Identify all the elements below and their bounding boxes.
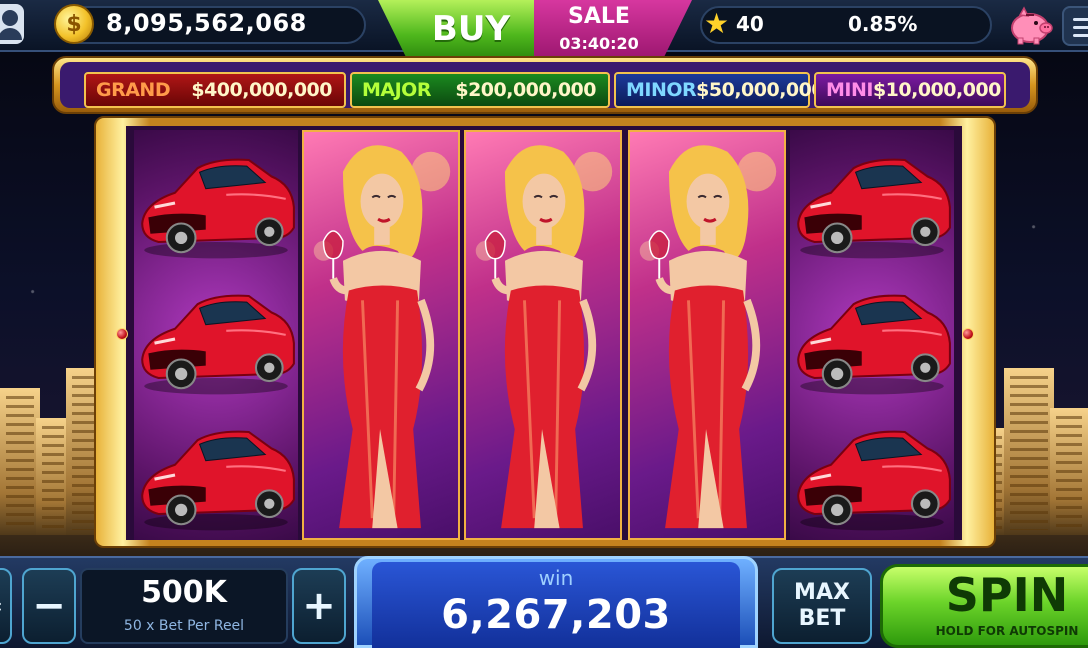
car-symbol <box>134 406 298 540</box>
lady-symbol <box>466 132 620 538</box>
jackpot-amount: $50,000,000 <box>696 79 825 101</box>
reel-1 <box>134 130 298 540</box>
max-bet-label-line2: BET <box>798 606 846 631</box>
car-symbol <box>134 270 298 406</box>
reel-4 <box>628 130 786 540</box>
lady-symbol <box>304 132 458 538</box>
frame-ornament-left <box>116 328 128 340</box>
autospin-hint: HOLD FOR AUTOSPIN <box>935 624 1079 638</box>
reel-5 <box>790 130 954 540</box>
side-arrow-button[interactable]: ‹ <box>0 568 12 644</box>
jackpot-name: MINOR <box>626 79 697 101</box>
profile-avatar-button[interactable] <box>0 4 24 44</box>
bet-description: 50 x Bet Per Reel <box>123 618 245 634</box>
jackpot-amount: $400,000,000 <box>191 79 332 101</box>
jackpot-name: MAJOR <box>362 79 431 101</box>
piggy-bank-icon[interactable] <box>1006 6 1054 46</box>
win-amount: 6,267,203 <box>441 592 671 638</box>
spin-label[interactable]: SPIN <box>912 568 1088 622</box>
jackpot-major: MAJOR $200,000,000 <box>350 72 610 108</box>
car-symbol <box>790 134 954 270</box>
decrease-bet-button[interactable]: − <box>22 568 76 644</box>
increase-bet-button[interactable]: + <box>292 568 346 644</box>
reel-2 <box>302 130 460 540</box>
car-symbol <box>790 406 954 540</box>
coin-icon: $ <box>54 4 94 44</box>
max-bet-label-line1: MAX <box>794 580 850 605</box>
sale-timer: 03:40:20 <box>559 34 639 53</box>
jackpot-grand: GRAND $400,000,000 <box>84 72 346 108</box>
jackpot-amount: $10,000,000 <box>872 79 1001 101</box>
xp-progress: 0.85% <box>848 12 918 36</box>
max-bet-button[interactable]: MAX BET <box>772 568 872 644</box>
jackpot-name: GRAND <box>96 79 171 101</box>
coin-balance: 8,095,562,068 <box>106 9 307 37</box>
sale-label: SALE <box>568 4 630 29</box>
jackpot-minor: MINOR $50,000,000 <box>614 72 825 108</box>
jackpot-mini: MINI $10,000,000 <box>814 72 1006 108</box>
car-symbol <box>790 270 954 406</box>
menu-button[interactable] <box>1062 6 1088 46</box>
jackpot-name: MINI <box>826 79 873 101</box>
star-icon: ★ <box>704 7 730 40</box>
bet-value: 500K <box>141 575 227 610</box>
lady-symbol <box>630 132 784 538</box>
car-symbol <box>134 134 298 270</box>
frame-ornament-right <box>962 328 974 340</box>
win-label: win <box>538 566 574 590</box>
jackpot-amount: $200,000,000 <box>455 79 596 101</box>
player-level: 40 <box>736 12 764 36</box>
reel-3 <box>464 130 622 540</box>
